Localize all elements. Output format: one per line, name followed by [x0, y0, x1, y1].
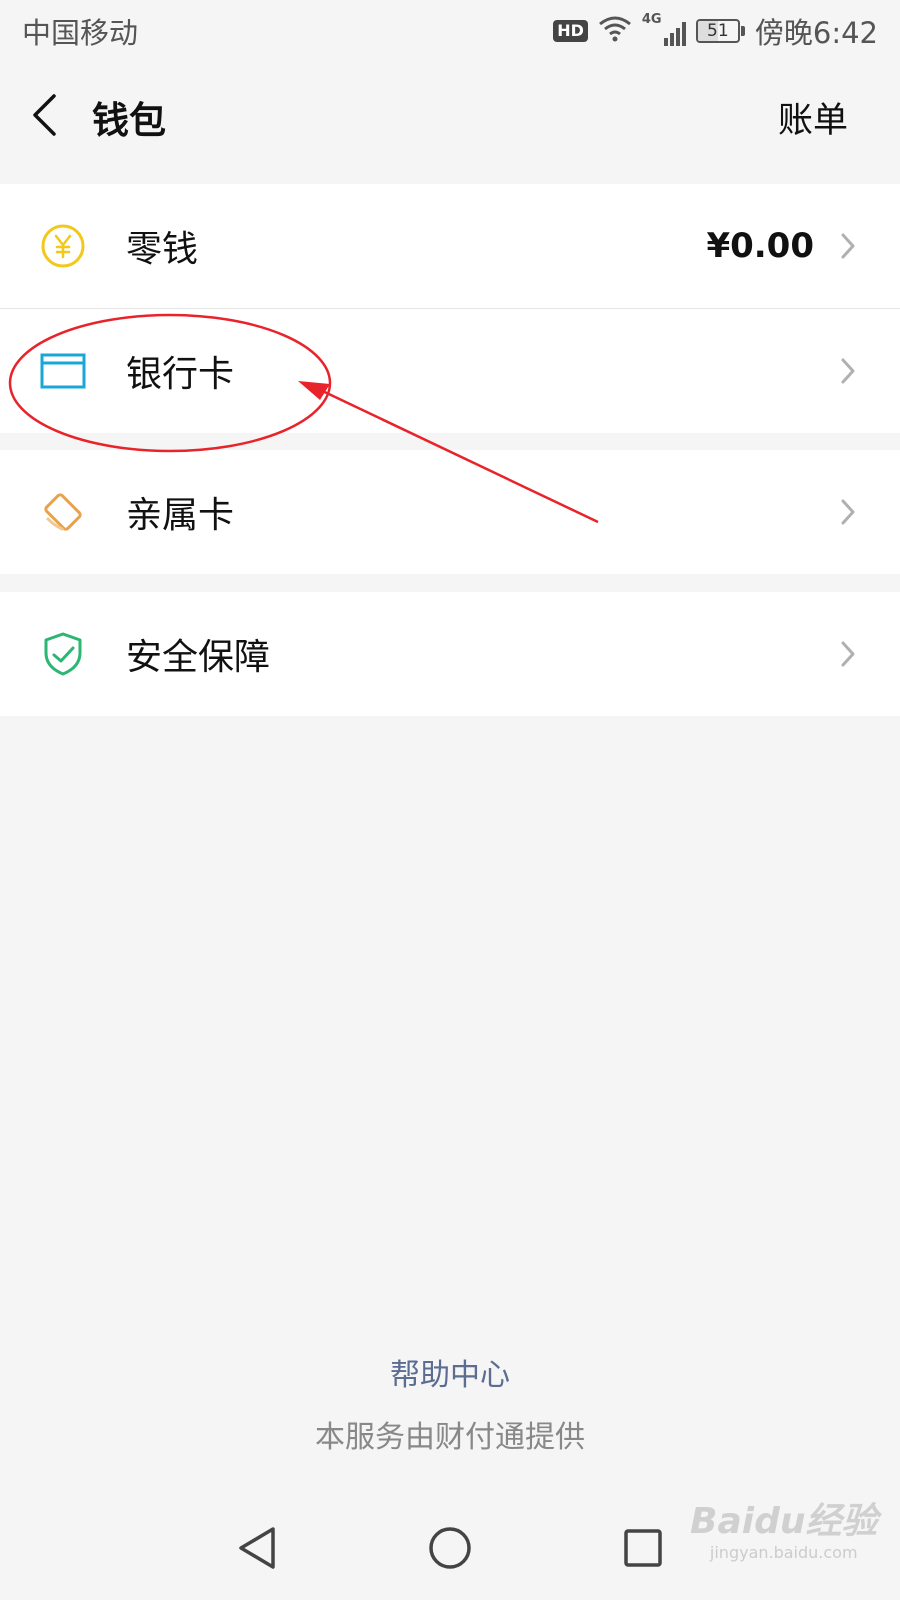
hd-badge: HD: [553, 20, 588, 42]
list-item-change[interactable]: 零钱 ¥0.00: [0, 184, 900, 308]
chevron-right-icon: [840, 497, 860, 527]
clock: 傍晚6:42: [754, 16, 878, 50]
list-item-label: 零钱: [126, 229, 199, 270]
list-item-label: 安全保障: [126, 637, 271, 678]
system-back-button[interactable]: [232, 1525, 282, 1575]
list-item-bank-card[interactable]: 银行卡: [0, 309, 900, 433]
shield-check-icon: [40, 631, 86, 677]
back-button[interactable]: [30, 92, 70, 142]
list-item-security[interactable]: 安全保障: [0, 592, 900, 716]
chevron-right-icon: [840, 231, 860, 261]
wallet-group-3: 安全保障: [0, 592, 900, 716]
watermark-url: jingyan.baidu.com: [709, 1543, 858, 1563]
status-bar: 中国移动 HD 4G 51 傍晚6:42: [0, 0, 900, 62]
list-item-label: 亲属卡: [126, 495, 235, 536]
square-recents-icon: [622, 1527, 664, 1573]
chevron-right-icon: [840, 639, 860, 669]
page-title: 钱包: [92, 99, 166, 142]
chevron-right-icon: [840, 356, 860, 386]
list-item-label: 银行卡: [126, 354, 235, 395]
status-icons: HD 4G 51 傍晚6:42: [553, 10, 878, 52]
circle-home-icon: [427, 1525, 473, 1575]
battery-level: 51: [707, 21, 729, 41]
cellular-signal-icon: 4G: [642, 12, 686, 46]
baidu-watermark: Baidu经验 jingyan.baidu.com: [690, 1500, 877, 1562]
bank-card-icon: [40, 348, 86, 394]
family-card-icon: [40, 489, 86, 535]
provider-text: 本服务由财付通提供: [315, 1420, 585, 1455]
system-home-button[interactable]: [425, 1525, 475, 1575]
carrier-name: 中国移动: [22, 16, 139, 50]
chevron-left-icon: [30, 93, 58, 141]
triangle-back-icon: [235, 1525, 279, 1575]
list-item-family-card[interactable]: 亲属卡: [0, 450, 900, 574]
coin-yen-icon: [40, 223, 86, 269]
wallet-group-1: 零钱 ¥0.00 银行卡: [0, 184, 900, 433]
watermark-brand: Baidu经验: [690, 1501, 878, 1542]
battery-icon: 51: [695, 19, 745, 43]
bill-button[interactable]: 账单: [778, 92, 848, 143]
wifi-icon: [598, 14, 632, 49]
balance-value: ¥0.00: [706, 226, 814, 266]
help-center-link[interactable]: 帮助中心: [0, 1350, 900, 1394]
nav-bar: 钱包 账单: [0, 62, 900, 172]
wallet-group-2: 亲属卡: [0, 450, 900, 574]
system-recents-button[interactable]: [618, 1525, 668, 1575]
network-type-label: 4G: [641, 12, 662, 27]
